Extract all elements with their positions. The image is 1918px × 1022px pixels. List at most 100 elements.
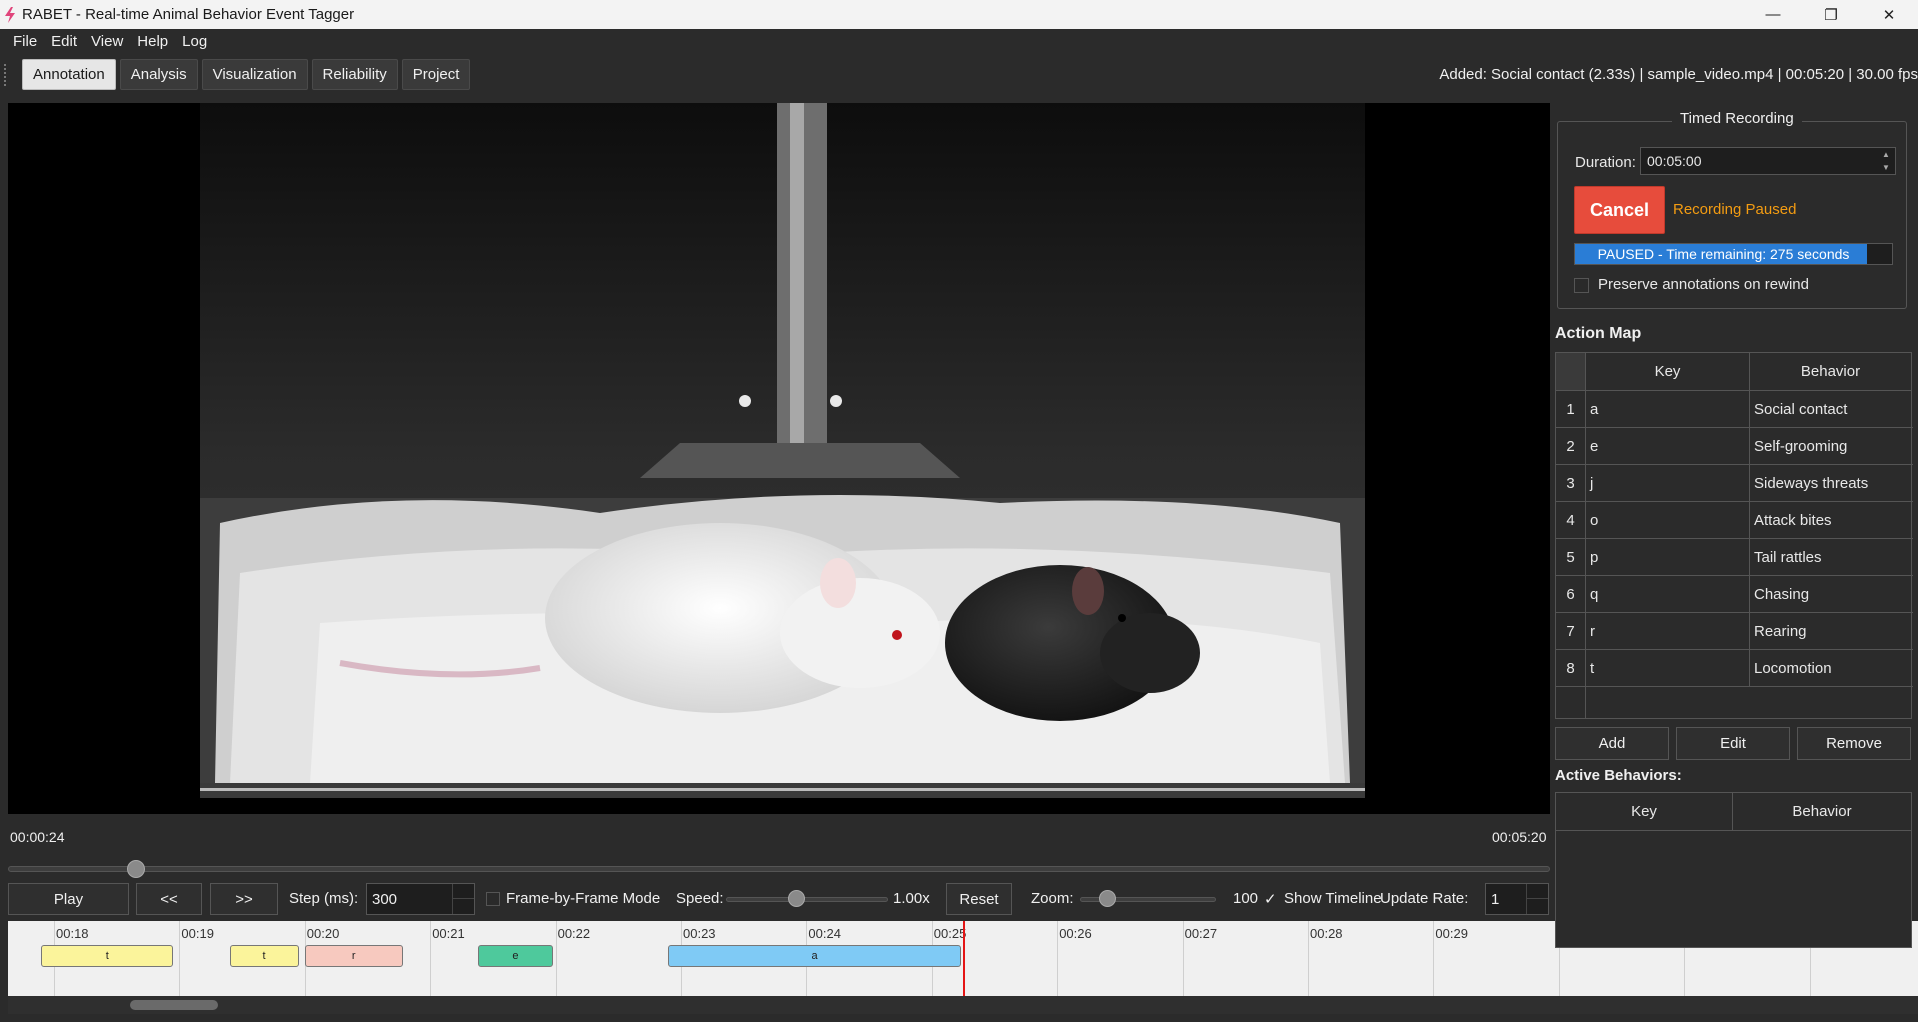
seek-slider[interactable] xyxy=(8,866,1550,872)
behavior-cell[interactable]: Attack bites xyxy=(1750,502,1912,538)
timeline-event[interactable]: t xyxy=(41,945,174,967)
timeline-tick-label: 00:27 xyxy=(1184,926,1218,941)
key-cell[interactable]: o xyxy=(1586,502,1750,538)
minimize-button[interactable]: — xyxy=(1744,0,1802,29)
step-back-button[interactable]: << xyxy=(136,883,202,915)
preserve-annotations-checkbox[interactable] xyxy=(1574,278,1589,293)
update-rate-input[interactable]: 1 xyxy=(1485,883,1549,915)
timeline-event[interactable]: r xyxy=(304,945,403,967)
timeline-tick xyxy=(179,921,181,996)
duration-value: 00:05:00 xyxy=(1647,153,1702,169)
behavior-cell[interactable]: Rearing xyxy=(1750,613,1912,649)
behavior-cell[interactable]: Sideways threats xyxy=(1750,465,1912,501)
speed-slider[interactable] xyxy=(726,897,888,902)
title-bar: RABET - Real-time Animal Behavior Event … xyxy=(0,0,1918,29)
row-number: 5 xyxy=(1556,539,1586,575)
cancel-recording-button[interactable]: Cancel xyxy=(1574,186,1665,234)
timeline-tick xyxy=(430,921,432,996)
menu-edit[interactable]: Edit xyxy=(44,33,84,50)
timeline-tick-label: 00:25 xyxy=(933,926,967,941)
behavior-cell[interactable]: Social contact xyxy=(1750,391,1912,427)
total-time: 00:05:20 xyxy=(1492,829,1547,845)
timeline-tick xyxy=(1433,921,1435,996)
column-header-behavior[interactable]: Behavior xyxy=(1750,353,1912,391)
frame-mode-checkbox[interactable] xyxy=(486,892,500,906)
active-column-header-key[interactable]: Key xyxy=(1556,793,1733,831)
recording-status: Recording Paused xyxy=(1673,201,1797,218)
zoom-slider-handle[interactable] xyxy=(1099,890,1117,907)
timeline-scrollbar-thumb[interactable] xyxy=(130,1000,218,1010)
reset-speed-button[interactable]: Reset xyxy=(946,883,1012,915)
menu-bar: File Edit View Help Log xyxy=(0,29,1918,54)
row-number: 7 xyxy=(1556,613,1586,649)
key-cell[interactable]: q xyxy=(1586,576,1750,612)
menu-log[interactable]: Log xyxy=(175,33,214,50)
behavior-cell[interactable]: Locomotion xyxy=(1750,650,1912,686)
timeline-event[interactable]: a xyxy=(668,945,961,967)
table-row[interactable]: 1 a Social contact xyxy=(1556,391,1913,428)
remove-behavior-button[interactable]: Remove xyxy=(1797,727,1911,760)
timeline-tick-label: 00:21 xyxy=(432,926,465,941)
table-row[interactable]: 8 t Locomotion xyxy=(1556,650,1913,687)
timeline-playhead[interactable] xyxy=(963,921,966,996)
table-corner[interactable] xyxy=(1556,353,1586,391)
duration-spin-arrows[interactable]: ▲ ▼ xyxy=(1877,148,1895,174)
table-row[interactable]: 6 q Chasing xyxy=(1556,576,1913,613)
step-spin-arrows[interactable] xyxy=(452,884,474,914)
video-frame-image xyxy=(200,103,1365,798)
show-timeline-checkbox[interactable]: ✓ xyxy=(1264,890,1277,908)
menu-view[interactable]: View xyxy=(84,33,130,50)
seek-slider-handle[interactable] xyxy=(126,860,145,878)
timeline-event[interactable]: t xyxy=(229,945,299,967)
table-row[interactable]: 4 o Attack bites xyxy=(1556,502,1913,539)
timeline-scrollbar[interactable] xyxy=(8,996,1918,1014)
behavior-cell[interactable]: Self-grooming xyxy=(1750,428,1912,464)
key-cell[interactable]: j xyxy=(1586,465,1750,501)
key-cell[interactable]: e xyxy=(1586,428,1750,464)
tab-reliability[interactable]: Reliability xyxy=(311,59,398,90)
restore-button[interactable]: ❐ xyxy=(1802,0,1860,29)
timeline-tick-label: 00:26 xyxy=(1059,926,1092,941)
speed-slider-handle[interactable] xyxy=(787,890,805,907)
status-message: Added: Social contact (2.33s) | sample_v… xyxy=(1439,66,1918,83)
tab-project[interactable]: Project xyxy=(401,59,471,90)
key-cell[interactable]: a xyxy=(1586,391,1750,427)
column-header-key[interactable]: Key xyxy=(1586,353,1750,391)
tab-analysis[interactable]: Analysis xyxy=(119,59,198,90)
video-display[interactable] xyxy=(8,103,1550,814)
step-label: Step (ms): xyxy=(289,890,359,907)
frame-mode-label: Frame-by-Frame Mode xyxy=(506,890,661,907)
menu-help[interactable]: Help xyxy=(130,33,175,50)
timeline-tick-label: 00:18 xyxy=(56,926,89,941)
duration-label: Duration: xyxy=(1575,154,1636,171)
play-button[interactable]: Play xyxy=(8,883,129,915)
row-number: 1 xyxy=(1556,391,1586,427)
current-time: 00:00:24 xyxy=(10,829,65,845)
table-row[interactable]: 2 e Self-grooming xyxy=(1556,428,1913,465)
timeline-tick-label: 00:22 xyxy=(557,926,591,941)
key-cell[interactable]: t xyxy=(1586,650,1750,686)
table-row[interactable]: 7 r Rearing xyxy=(1556,613,1913,650)
key-cell[interactable]: p xyxy=(1586,539,1750,575)
duration-input[interactable]: 00:05:00 ▲ ▼ xyxy=(1640,147,1896,175)
add-behavior-button[interactable]: Add xyxy=(1555,727,1669,760)
step-forward-button[interactable]: >> xyxy=(210,883,278,915)
menu-file[interactable]: File xyxy=(6,33,44,50)
behavior-cell[interactable]: Chasing xyxy=(1750,576,1912,612)
key-cell[interactable]: r xyxy=(1586,613,1750,649)
step-input[interactable]: 300 xyxy=(366,883,475,915)
active-column-header-behavior[interactable]: Behavior xyxy=(1733,793,1912,831)
behavior-cell[interactable]: Tail rattles xyxy=(1750,539,1912,575)
edit-behavior-button[interactable]: Edit xyxy=(1676,727,1790,760)
tab-annotation[interactable]: Annotation xyxy=(22,59,116,90)
table-row[interactable]: 3 j Sideways threats xyxy=(1556,465,1913,502)
update-rate-spin-arrows[interactable] xyxy=(1526,884,1548,914)
row-number: 4 xyxy=(1556,502,1586,538)
active-behaviors-title: Active Behaviors: xyxy=(1555,767,1682,784)
timeline-event[interactable]: e xyxy=(477,945,554,967)
table-row[interactable]: 5 p Tail rattles xyxy=(1556,539,1913,576)
close-button[interactable]: ✕ xyxy=(1860,0,1918,29)
row-number: 3 xyxy=(1556,465,1586,501)
toolbar-grip-handle[interactable] xyxy=(4,63,10,86)
tab-visualization[interactable]: Visualization xyxy=(201,59,308,90)
